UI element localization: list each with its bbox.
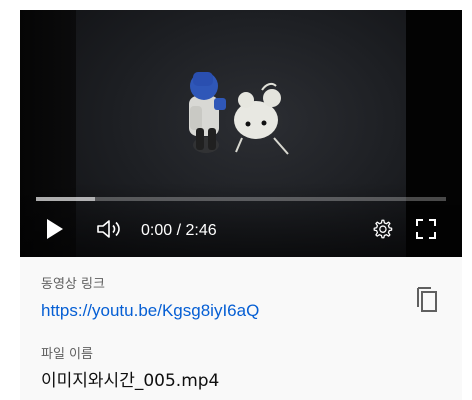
settings-button[interactable] <box>368 216 396 246</box>
play-button[interactable] <box>42 216 68 246</box>
volume-icon <box>95 218 123 244</box>
fullscreen-icon <box>415 218 437 244</box>
share-panel: 0:00 / 2:46 동영상 링크 https://youtu.be/Kgsg <box>20 10 462 400</box>
fullscreen-button[interactable] <box>412 216 440 246</box>
progress-bar[interactable] <box>36 197 446 201</box>
play-icon <box>45 218 65 244</box>
time-display: 0:00 / 2:46 <box>141 222 217 239</box>
volume-button[interactable] <box>94 216 124 246</box>
video-link[interactable]: https://youtu.be/Kgsg8iyI6aQ <box>41 300 259 322</box>
copy-icon <box>413 287 441 318</box>
video-player[interactable]: 0:00 / 2:46 <box>20 10 462 257</box>
file-name: 이미지와시간_005.mp4 <box>41 371 220 391</box>
progress-buffered <box>36 197 96 201</box>
file-name-label: 파일 이름 <box>41 347 93 362</box>
video-link-label: 동영상 링크 <box>41 277 105 292</box>
copy-link-button[interactable] <box>413 284 441 314</box>
gear-icon <box>371 218 393 244</box>
